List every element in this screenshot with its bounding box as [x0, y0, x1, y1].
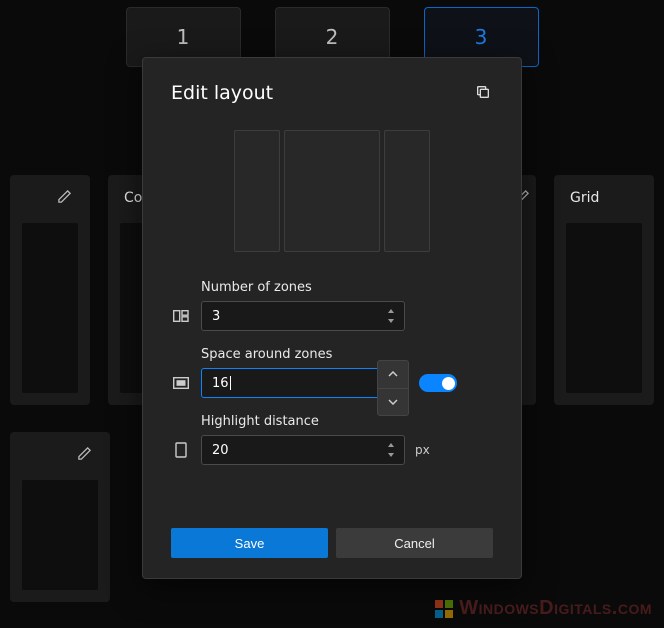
preview-zone — [384, 130, 430, 252]
layout-preview — [171, 130, 493, 252]
space-toggle[interactable] — [419, 374, 457, 392]
watermark-text: WindowsDigitals.com — [459, 597, 652, 620]
toggle-knob — [442, 377, 455, 390]
space-icon — [171, 377, 191, 389]
zones-icon — [171, 310, 191, 322]
duplicate-button[interactable] — [473, 82, 493, 102]
windows-logo-icon — [435, 600, 453, 618]
step-down-button[interactable] — [378, 388, 408, 416]
field-label: Highlight distance — [201, 414, 493, 429]
preview-zone — [284, 130, 380, 252]
space-input[interactable]: 16 ✕ — [201, 368, 405, 398]
zones-input[interactable]: 3 — [201, 301, 405, 331]
step-up-button[interactable] — [378, 361, 408, 388]
cancel-button[interactable]: Cancel — [336, 528, 493, 558]
pencil-icon — [77, 446, 92, 461]
edit-layout-dialog: Edit layout Number of zones 3 — [142, 57, 522, 579]
template-card[interactable] — [10, 432, 110, 602]
template-card-grid[interactable]: Grid — [554, 175, 654, 405]
template-card-label: Grid — [570, 190, 599, 206]
input-value: 20 — [212, 443, 229, 458]
space-stepper — [377, 360, 409, 416]
template-card[interactable] — [10, 175, 90, 405]
dialog-title: Edit layout — [171, 82, 273, 104]
highlight-icon — [171, 442, 191, 458]
input-value: 3 — [212, 309, 220, 324]
pencil-icon — [57, 189, 72, 204]
field-label: Space around zones — [201, 347, 493, 362]
highlight-input[interactable]: 20 — [201, 435, 405, 465]
save-button[interactable]: Save — [171, 528, 328, 558]
spinner-icon[interactable] — [386, 309, 396, 323]
field-highlight-distance: Highlight distance 20 px — [171, 414, 493, 465]
preview-zone — [234, 130, 280, 252]
field-label: Number of zones — [201, 280, 493, 295]
unit-label: px — [415, 443, 430, 457]
field-space-around-zones: Space around zones 16 ✕ — [171, 347, 493, 398]
field-number-of-zones: Number of zones 3 — [171, 280, 493, 331]
input-value: 16 — [212, 376, 229, 391]
text-caret — [230, 376, 231, 390]
spinner-icon[interactable] — [386, 443, 396, 457]
watermark: WindowsDigitals.com — [435, 597, 652, 620]
